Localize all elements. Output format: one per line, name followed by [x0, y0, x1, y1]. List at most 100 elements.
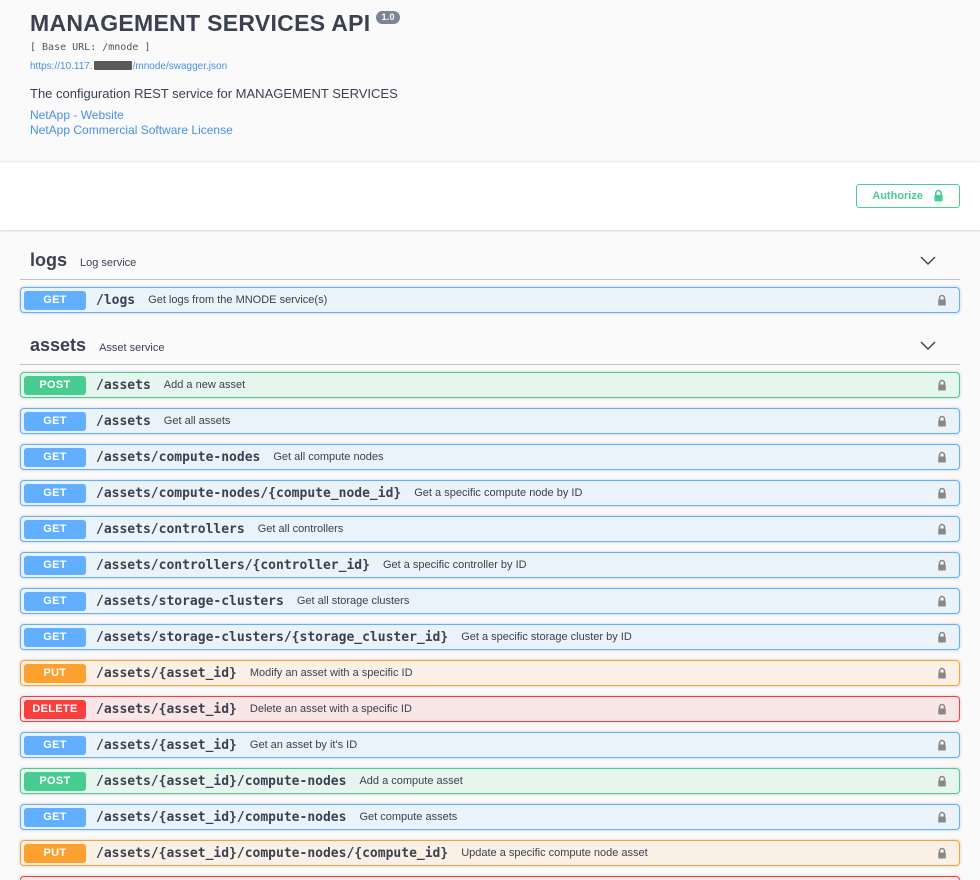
api-title-text: MANAGEMENT SERVICES API — [30, 10, 370, 36]
operation-summary: Add a new asset — [164, 379, 937, 391]
method-badge: POST — [24, 376, 86, 395]
operation-row[interactable]: DELETE /assets/{asset_id}/compute-nodes/… — [20, 876, 960, 880]
operation-row[interactable]: GET /assets/{asset_id} Get an asset by i… — [20, 732, 960, 758]
operation-summary: Add a compute asset — [359, 775, 937, 787]
method-badge: POST — [24, 772, 86, 791]
operation-summary: Get all storage clusters — [297, 595, 937, 607]
api-section: assets Asset service POST /assets Add a … — [20, 323, 960, 880]
chevron-down-icon[interactable] — [920, 341, 936, 350]
operation-row[interactable]: GET /assets/controllers/{controller_id} … — [20, 552, 960, 578]
operation-summary: Get an asset by it's ID — [250, 739, 937, 751]
operation-path: /assets/{asset_id}/compute-nodes/{comput… — [96, 846, 448, 861]
redacted-ip-block — [94, 61, 132, 70]
method-badge: GET — [24, 592, 86, 611]
authorize-button[interactable]: Authorize — [856, 184, 960, 208]
api-description: The configuration REST service for MANAG… — [30, 86, 950, 101]
website-link[interactable]: NetApp - Website — [30, 108, 124, 123]
method-badge: GET — [24, 412, 86, 431]
operation-row[interactable]: GET /assets/storage-clusters/{storage_cl… — [20, 624, 960, 650]
lock-icon[interactable] — [937, 667, 947, 680]
lock-icon[interactable] — [937, 415, 947, 428]
method-badge: GET — [24, 556, 86, 575]
operation-row[interactable]: POST /assets Add a new asset — [20, 372, 960, 398]
operation-path: /assets/{asset_id} — [96, 666, 237, 681]
operation-path: /logs — [96, 293, 135, 308]
lock-icon[interactable] — [937, 595, 947, 608]
method-badge: GET — [24, 291, 86, 310]
operation-summary: Get a specific controller by ID — [383, 559, 937, 571]
operation-row[interactable]: PUT /assets/{asset_id} Modify an asset w… — [20, 660, 960, 686]
lock-icon[interactable] — [937, 847, 947, 860]
operation-summary: Get logs from the MNODE service(s) — [148, 294, 937, 306]
scheme-container: Authorize — [0, 162, 980, 230]
lock-icon[interactable] — [937, 379, 947, 392]
operation-summary: Get all controllers — [258, 523, 937, 535]
section-title: logs — [30, 250, 67, 271]
authorize-label: Authorize — [872, 190, 923, 202]
operation-path: /assets — [96, 414, 151, 429]
operation-path: /assets/{asset_id}/compute-nodes — [96, 810, 346, 825]
operation-path: /assets/{asset_id} — [96, 738, 237, 753]
license-link[interactable]: NetApp Commercial Software License — [30, 123, 233, 138]
operation-row[interactable]: GET /assets/storage-clusters Get all sto… — [20, 588, 960, 614]
operation-summary: Get all assets — [164, 415, 937, 427]
operation-row[interactable]: GET /assets/{asset_id}/compute-nodes Get… — [20, 804, 960, 830]
lock-icon[interactable] — [937, 811, 947, 824]
operations-list: logs Log service GET /logs Get logs from… — [0, 230, 980, 880]
operation-row[interactable]: POST /assets/{asset_id}/compute-nodes Ad… — [20, 768, 960, 794]
operation-path: /assets/storage-clusters/{storage_cluste… — [96, 630, 448, 645]
section-header[interactable]: assets Asset service — [20, 323, 960, 365]
section-operations: GET /logs Get logs from the MNODE servic… — [20, 287, 960, 313]
auth-wrapper: Authorize — [0, 184, 980, 208]
lock-icon[interactable] — [937, 703, 947, 716]
page-title: MANAGEMENT SERVICES API1.0 — [30, 10, 950, 37]
operation-row[interactable]: DELETE /assets/{asset_id} Delete an asse… — [20, 696, 960, 722]
lock-icon[interactable] — [937, 739, 947, 752]
lock-icon — [933, 189, 944, 203]
method-badge: PUT — [24, 844, 86, 863]
method-badge: GET — [24, 484, 86, 503]
spec-url-link[interactable]: https://10.117./mnode/swagger.json — [30, 61, 227, 72]
lock-icon[interactable] — [937, 559, 947, 572]
operation-row[interactable]: GET /assets/controllers Get all controll… — [20, 516, 960, 542]
base-url-label: [ Base URL: /mnode ] — [30, 42, 950, 53]
chevron-down-icon[interactable] — [920, 256, 936, 265]
api-info-header: MANAGEMENT SERVICES API1.0 [ Base URL: /… — [0, 0, 980, 162]
spec-url-suffix: /mnode/swagger.json — [133, 61, 228, 72]
method-badge: GET — [24, 448, 86, 467]
lock-icon[interactable] — [937, 451, 947, 464]
operation-row[interactable]: GET /assets/compute-nodes/{compute_node_… — [20, 480, 960, 506]
operation-summary: Get a specific compute node by ID — [414, 487, 937, 499]
operation-summary: Delete an asset with a specific ID — [250, 703, 937, 715]
operation-summary: Get a specific storage cluster by ID — [461, 631, 937, 643]
section-description: Asset service — [99, 342, 164, 354]
method-badge: GET — [24, 808, 86, 827]
lock-icon[interactable] — [937, 523, 947, 536]
lock-icon[interactable] — [937, 631, 947, 644]
method-badge: GET — [24, 628, 86, 647]
section-description: Log service — [80, 257, 136, 269]
lock-icon[interactable] — [937, 775, 947, 788]
api-section: logs Log service GET /logs Get logs from… — [20, 250, 960, 313]
operation-row[interactable]: GET /logs Get logs from the MNODE servic… — [20, 287, 960, 313]
section-header[interactable]: logs Log service — [20, 250, 960, 280]
operation-row[interactable]: PUT /assets/{asset_id}/compute-nodes/{co… — [20, 840, 960, 866]
section-operations: POST /assets Add a new asset GET /assets… — [20, 372, 960, 880]
lock-icon[interactable] — [937, 294, 947, 307]
operation-path: /assets/{asset_id}/compute-nodes — [96, 774, 346, 789]
operation-path: /assets/{asset_id} — [96, 702, 237, 717]
operation-path: /assets/storage-clusters — [96, 594, 284, 609]
method-badge: PUT — [24, 664, 86, 683]
method-badge: DELETE — [24, 700, 86, 719]
operation-summary: Get compute assets — [359, 811, 937, 823]
operation-summary: Update a specific compute node asset — [461, 847, 937, 859]
operation-path: /assets/controllers — [96, 522, 245, 537]
operation-path: /assets/compute-nodes/{compute_node_id} — [96, 486, 401, 501]
operation-row[interactable]: GET /assets/compute-nodes Get all comput… — [20, 444, 960, 470]
method-badge: GET — [24, 736, 86, 755]
lock-icon[interactable] — [937, 487, 947, 500]
swagger-ui-page: MANAGEMENT SERVICES API1.0 [ Base URL: /… — [0, 0, 980, 880]
operation-summary: Get all compute nodes — [273, 451, 937, 463]
operation-path: /assets/compute-nodes — [96, 450, 260, 465]
operation-row[interactable]: GET /assets Get all assets — [20, 408, 960, 434]
